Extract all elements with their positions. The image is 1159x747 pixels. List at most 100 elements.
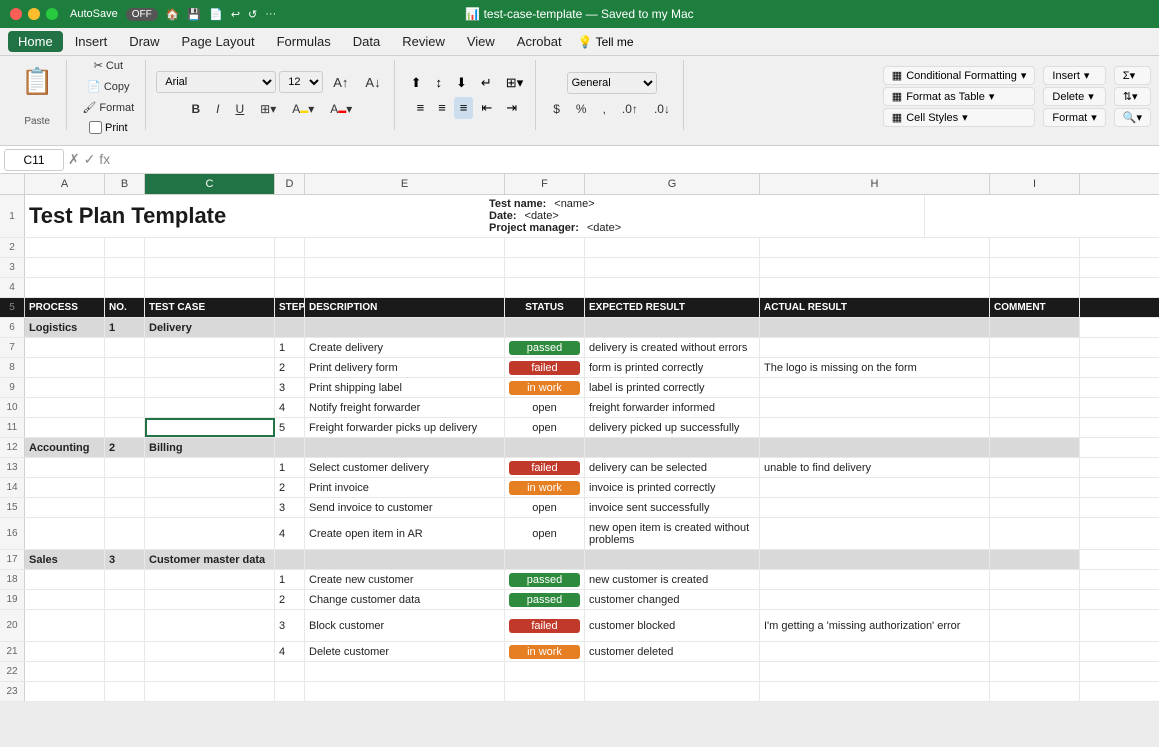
rownum-19[interactable]: 19 [0,590,25,609]
cell-c9[interactable] [145,378,275,397]
cell-c4[interactable] [145,278,275,297]
delete-button[interactable]: Delete ▾ [1043,87,1105,106]
save-icon[interactable]: 💾 [187,8,201,21]
menu-acrobat[interactable]: Acrobat [507,31,572,52]
cell-a23[interactable] [25,682,105,701]
maximize-button[interactable] [46,8,58,20]
cell-f14[interactable]: in work [505,478,585,497]
cell-e9[interactable]: Print shipping label [305,378,505,397]
cell-d23[interactable] [275,682,305,701]
minimize-button[interactable] [28,8,40,20]
header-no[interactable]: NO. [105,298,145,317]
cell-i4[interactable] [990,278,1080,297]
cell-g19[interactable]: customer changed [585,590,760,609]
cell-g3[interactable] [585,258,760,277]
cell-d8[interactable]: 2 [275,358,305,377]
cell-b6[interactable]: 1 [105,318,145,337]
cell-c20[interactable] [145,610,275,641]
cell-f6[interactable] [505,318,585,337]
col-header-e[interactable]: E [305,174,505,194]
cell-f8[interactable]: failed [505,358,585,377]
cell-a7[interactable] [25,338,105,357]
cell-f3[interactable] [505,258,585,277]
cell-g9[interactable]: label is printed correctly [585,378,760,397]
cell-g15[interactable]: invoice sent successfully [585,498,760,517]
cell-h19[interactable] [760,590,990,609]
cell-a4[interactable] [25,278,105,297]
header-expected[interactable]: EXPECTED RESULT [585,298,760,317]
cell-d3[interactable] [275,258,305,277]
cell-d4[interactable] [275,278,305,297]
cell-a8[interactable] [25,358,105,377]
cell-c17[interactable]: Customer master data [145,550,275,569]
cell-b13[interactable] [105,458,145,477]
rownum-20[interactable]: 20 [0,610,25,641]
cell-b15[interactable] [105,498,145,517]
cell-b21[interactable] [105,642,145,661]
cell-g21[interactable]: customer deleted [585,642,760,661]
cell-e4[interactable] [305,278,505,297]
rownum-15[interactable]: 15 [0,498,25,517]
cell-f16[interactable]: open [505,518,585,549]
cell-h7[interactable] [760,338,990,357]
rownum-5[interactable]: 5 [0,298,25,317]
cell-g11[interactable]: delivery picked up successfully [585,418,760,437]
cell-c21[interactable] [145,642,275,661]
cell-i16[interactable] [990,518,1080,549]
cell-d18[interactable]: 1 [275,570,305,589]
traffic-lights[interactable] [10,8,58,20]
format-as-table-button[interactable]: ▦ Format as Table ▾ [883,87,1036,106]
cell-i15[interactable] [990,498,1080,517]
cell-f20[interactable]: failed [505,610,585,641]
dec-increase-button[interactable]: .0↑ [615,99,645,119]
cell-b20[interactable] [105,610,145,641]
header-comment[interactable]: Comment [990,298,1080,317]
cell-a9[interactable] [25,378,105,397]
align-middle-button[interactable]: ↕ [429,72,448,94]
cell-i17[interactable] [990,550,1080,569]
cell-g10[interactable]: freight forwarder informed [585,398,760,417]
rownum-13[interactable]: 13 [0,458,25,477]
cell-h20[interactable]: I'm getting a 'missing authorization' er… [760,610,990,641]
cell-e12[interactable] [305,438,505,457]
cell-f17[interactable] [505,550,585,569]
indent-right-button[interactable]: ⇥ [500,97,523,119]
close-button[interactable] [10,8,22,20]
align-center-button[interactable]: ≡ [432,97,452,119]
cell-d2[interactable] [275,238,305,257]
cell-c19[interactable] [145,590,275,609]
cell-c11[interactable] [145,418,275,437]
cell-e22[interactable] [305,662,505,681]
cell-h22[interactable] [760,662,990,681]
header-step[interactable]: STEP [275,298,305,317]
more-icon[interactable]: ··· [265,8,276,20]
currency-button[interactable]: $ [546,99,567,119]
border-button[interactable]: ⊞▾ [253,99,283,119]
cell-d10[interactable]: 4 [275,398,305,417]
cell-f1[interactable]: Test name: <name> Date: <date> Project m… [485,195,835,237]
cell-b11[interactable] [105,418,145,437]
col-header-h[interactable]: H [760,174,990,194]
cell-e13[interactable]: Select customer delivery [305,458,505,477]
rownum-23[interactable]: 23 [0,682,25,701]
cell-g23[interactable] [585,682,760,701]
cell-a18[interactable] [25,570,105,589]
cell-f23[interactable] [505,682,585,701]
cell-h6[interactable] [760,318,990,337]
redo-icon[interactable]: ↺ [248,8,257,21]
percent-button[interactable]: % [569,99,594,119]
align-bottom-button[interactable]: ⬇ [450,72,473,94]
cell-e6[interactable] [305,318,505,337]
cell-c10[interactable] [145,398,275,417]
rownum-2[interactable]: 2 [0,238,25,257]
cell-h23[interactable] [760,682,990,701]
cell-f2[interactable] [505,238,585,257]
format-button[interactable]: Format ▾ [1043,108,1105,127]
menu-page-layout[interactable]: Page Layout [172,31,265,52]
format-painter-button[interactable]: 🖌 Format [77,98,139,117]
cell-b17[interactable]: 3 [105,550,145,569]
col-header-a[interactable]: A [25,174,105,194]
cell-g17[interactable] [585,550,760,569]
menu-formulas[interactable]: Formulas [267,31,341,52]
cell-f11[interactable]: open [505,418,585,437]
